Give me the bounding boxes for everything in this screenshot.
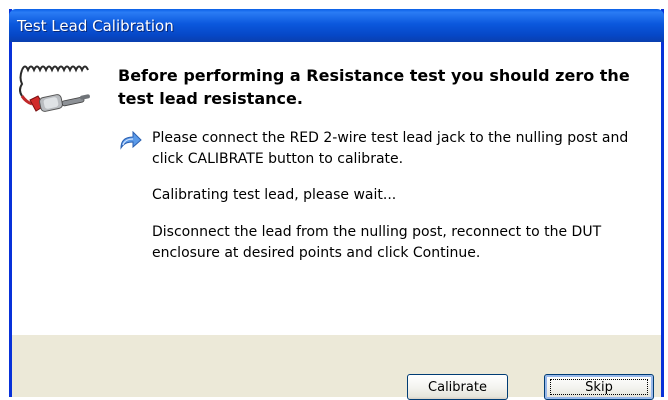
arrow-icon — [120, 131, 142, 150]
window-title: Test Lead Calibration — [17, 17, 174, 35]
button-bar: Calibrate Skip — [12, 335, 661, 400]
dialog-window: Test Lead Calibration Before performing … — [9, 9, 664, 400]
step-calibrating-status: Calibrating test lead, please wait... — [152, 187, 397, 203]
skip-button-label: Skip — [585, 379, 613, 395]
title-bar[interactable]: Test Lead Calibration — [9, 9, 664, 42]
test-lead-icon — [19, 65, 90, 112]
calibrate-button[interactable]: Calibrate — [407, 374, 508, 400]
instruction-heading: Before performing a Resistance test you … — [118, 66, 630, 108]
step-connect-lead: Please connect the RED 2-wire test lead … — [152, 130, 629, 167]
calibrate-button-label: Calibrate — [428, 379, 487, 395]
step-disconnect-lead: Disconnect the lead from the nulling pos… — [152, 224, 602, 261]
dialog-content: Before performing a Resistance test you … — [12, 42, 661, 335]
skip-button[interactable]: Skip — [544, 374, 654, 400]
